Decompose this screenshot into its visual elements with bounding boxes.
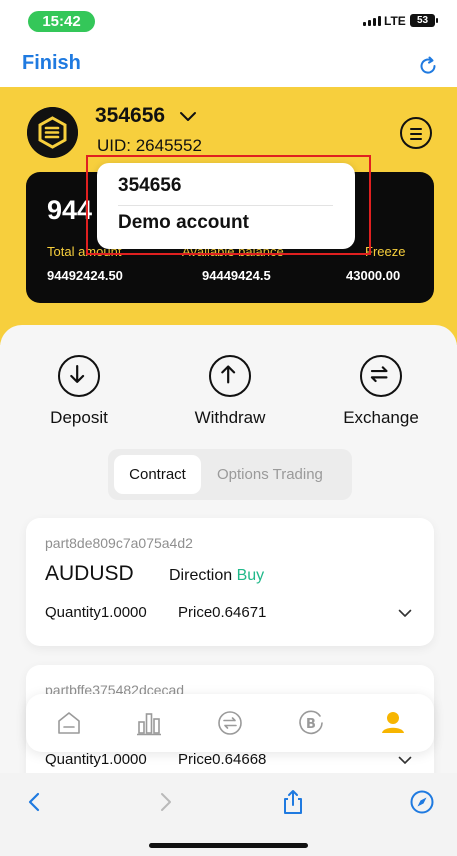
available-balance-value: 94449424.5 bbox=[202, 268, 271, 283]
account-option-demo[interactable]: Demo account bbox=[118, 212, 249, 234]
share-icon[interactable] bbox=[280, 789, 306, 815]
reload-icon[interactable] bbox=[416, 54, 440, 78]
account-switcher-menu: 354656 Demo account bbox=[97, 163, 355, 249]
trade-exchange-icon[interactable] bbox=[215, 708, 245, 738]
forward-icon[interactable] bbox=[152, 789, 178, 815]
back-icon[interactable] bbox=[22, 789, 48, 815]
trading-type-switch: Contract Options Trading bbox=[108, 449, 352, 500]
finish-button[interactable]: Finish bbox=[22, 52, 81, 75]
chevron-down-icon[interactable] bbox=[178, 109, 198, 123]
balance-amount: 944 bbox=[47, 195, 93, 225]
position-quantity: Quantity1.0000 bbox=[45, 751, 147, 768]
position-card[interactable]: part8de809c7a075a4d2 AUDUSD Direction Bu… bbox=[26, 518, 434, 646]
home-icon[interactable] bbox=[54, 708, 84, 738]
app-screen: 15:42 LTE 53 Finish 354656 UID: 2645552 … bbox=[0, 0, 457, 856]
network-type: LTE bbox=[384, 14, 406, 28]
freeze-label: Freeze bbox=[365, 244, 406, 259]
signal-icon bbox=[363, 16, 381, 26]
account-uid: UID: 2645552 bbox=[97, 136, 202, 155]
brand-logo-icon bbox=[27, 107, 78, 158]
arrow-up-icon bbox=[209, 355, 251, 397]
position-quantity: Quantity1.0000 bbox=[45, 604, 147, 621]
withdraw-label: Withdraw bbox=[194, 408, 266, 427]
position-price: Price0.64671 bbox=[178, 604, 267, 621]
market-chart-icon[interactable] bbox=[134, 708, 164, 738]
position-id: part8de809c7a075a4d2 bbox=[45, 535, 193, 551]
menu-divider bbox=[118, 205, 333, 206]
position-price: Price0.64668 bbox=[178, 751, 267, 768]
battery-icon: 53 bbox=[410, 14, 438, 27]
arrow-down-icon bbox=[58, 355, 100, 397]
account-name[interactable]: 354656 bbox=[95, 104, 165, 128]
bottom-tab-bar: B bbox=[26, 694, 434, 752]
menu-icon[interactable] bbox=[400, 117, 432, 149]
assets-coin-icon[interactable]: B bbox=[296, 708, 326, 738]
position-direction: Direction Buy bbox=[169, 567, 265, 584]
browser-top-bar: Finish bbox=[0, 42, 457, 87]
freeze-value: 43000.00 bbox=[346, 268, 401, 283]
exchange-button[interactable]: Exchange bbox=[331, 355, 431, 428]
exchange-icon bbox=[360, 355, 402, 397]
direction-value: Buy bbox=[236, 567, 265, 584]
compass-icon[interactable] bbox=[409, 789, 435, 815]
chevron-down-icon[interactable] bbox=[398, 756, 412, 765]
chevron-down-icon[interactable] bbox=[398, 609, 412, 618]
exchange-label: Exchange bbox=[343, 408, 419, 427]
browser-bottom-bar bbox=[0, 773, 457, 856]
home-indicator bbox=[149, 843, 308, 848]
deposit-button[interactable]: Deposit bbox=[29, 355, 129, 428]
account-option-354656[interactable]: 354656 bbox=[118, 175, 181, 197]
status-bar: 15:42 LTE 53 bbox=[0, 0, 457, 42]
tab-contract[interactable]: Contract bbox=[114, 455, 201, 494]
profile-icon[interactable] bbox=[378, 708, 408, 738]
svg-text:B: B bbox=[306, 717, 316, 732]
total-amount-value: 94492424.50 bbox=[47, 268, 123, 283]
tab-options-trading[interactable]: Options Trading bbox=[217, 455, 323, 494]
deposit-label: Deposit bbox=[50, 408, 108, 427]
status-time: 15:42 bbox=[28, 11, 95, 32]
withdraw-button[interactable]: Withdraw bbox=[180, 355, 280, 428]
position-symbol: AUDUSD bbox=[45, 562, 134, 585]
